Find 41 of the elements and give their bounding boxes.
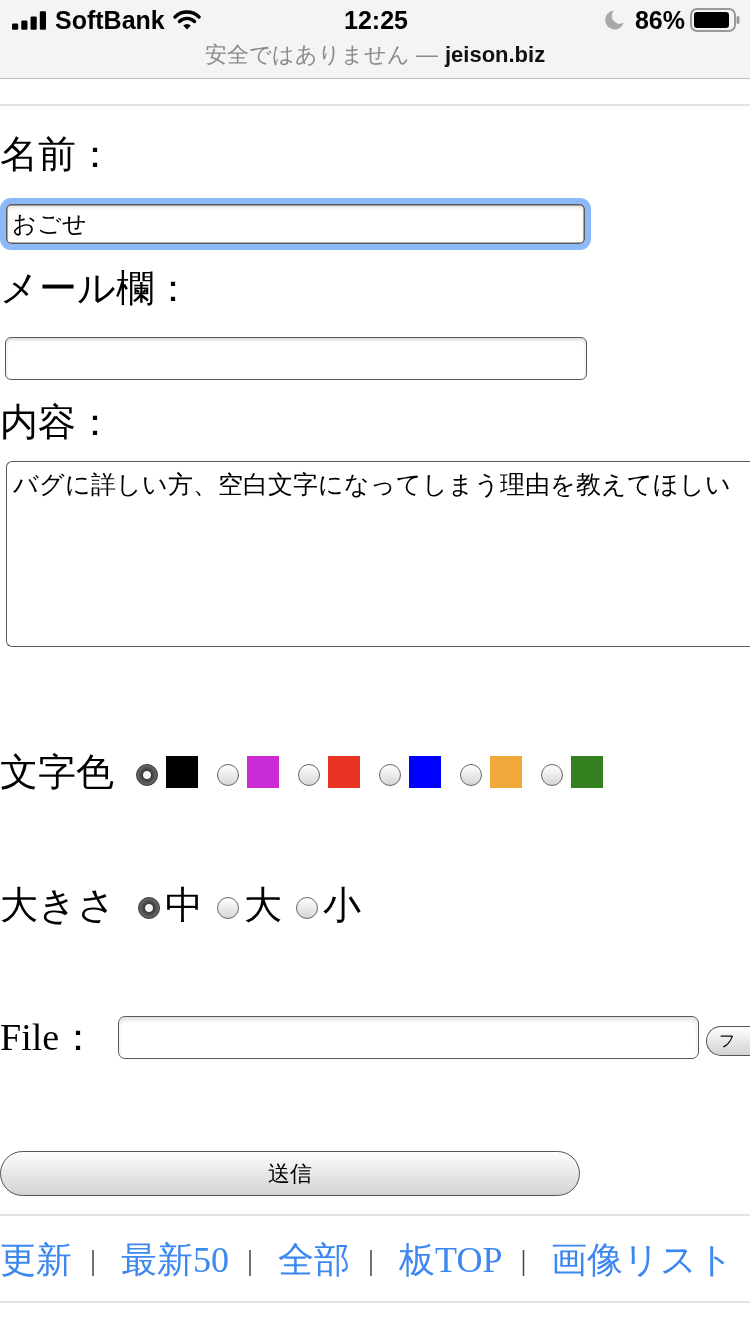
battery-icon — [690, 8, 740, 32]
submit-button[interactable]: 送信 — [0, 1151, 580, 1196]
wifi-icon — [172, 10, 201, 30]
field-label: 名前： — [0, 132, 114, 177]
option-group-label: 大きさ — [0, 883, 116, 928]
nav-link[interactable]: 最新50 — [121, 1237, 229, 1283]
nav-link[interactable]: 全部 — [278, 1237, 351, 1283]
radio-button[interactable] — [296, 897, 318, 919]
radio-button[interactable] — [138, 897, 160, 919]
radio-button[interactable] — [541, 764, 563, 786]
nav-link[interactable]: 板TOP — [399, 1237, 503, 1283]
site-domain: jeison.biz — [444, 42, 546, 67]
radio-button[interactable] — [136, 764, 158, 786]
nav-link[interactable]: 画像リスト — [551, 1237, 735, 1283]
link-separator: | — [247, 1242, 254, 1278]
file-label: File： — [0, 1015, 98, 1060]
radio-button[interactable] — [217, 764, 239, 786]
radio-button[interactable] — [217, 897, 239, 919]
link-separator: | — [368, 1242, 375, 1278]
signal-icon — [12, 10, 46, 30]
text-input-field[interactable] — [4, 336, 587, 380]
field-label: メール欄： — [0, 266, 192, 311]
option-label: 大 — [244, 883, 282, 928]
radio-button[interactable] — [379, 764, 401, 786]
file-path-field[interactable] — [118, 1015, 700, 1059]
option-label: 小 — [323, 883, 361, 928]
link-separator: | — [90, 1242, 96, 1278]
radio-button[interactable] — [460, 764, 482, 786]
battery-percentage: 86% — [634, 7, 685, 33]
clock-time: 12:25 — [344, 7, 408, 33]
carrier-name: SoftBank — [55, 7, 165, 33]
option-group-label: 文字色 — [0, 750, 114, 795]
link-separator: | — [520, 1242, 527, 1278]
security-warning: 安全ではありません — — [204, 42, 438, 67]
message-field[interactable]: バグに詳しい方、空白文字になってしまう理由を教えてほしい — [6, 461, 750, 647]
nav-link[interactable]: 更新 — [0, 1237, 72, 1283]
option-label: 中 — [165, 883, 203, 928]
choose-file-button[interactable]: フ — [706, 1026, 750, 1056]
field-label: 内容： — [0, 400, 114, 445]
radio-button[interactable] — [298, 764, 320, 786]
text-input-field[interactable]: おごせ — [0, 198, 591, 250]
